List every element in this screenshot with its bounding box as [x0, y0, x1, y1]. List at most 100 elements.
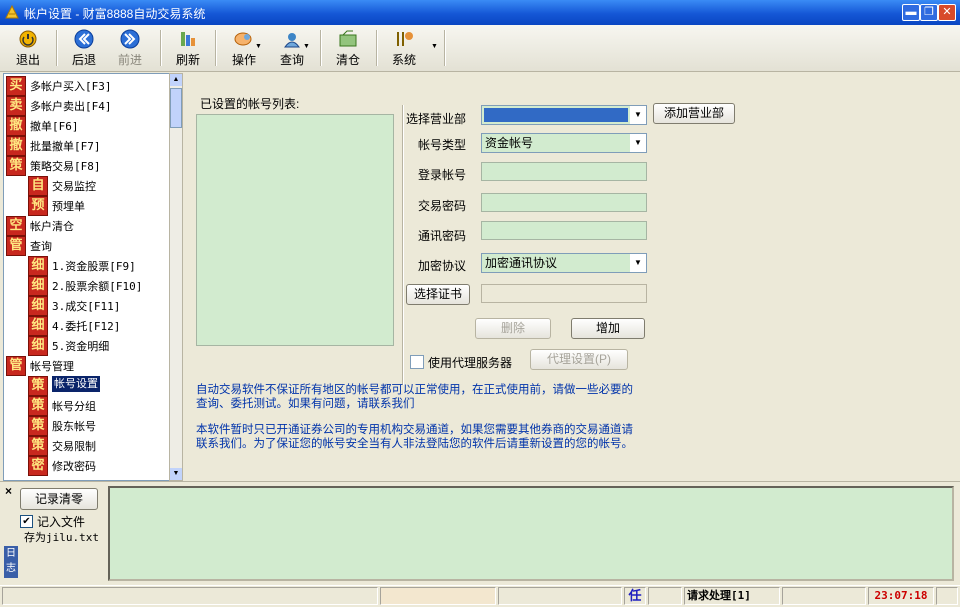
tree-item[interactable]: 细 2.股票余额[F10]: [4, 275, 164, 296]
tree-item[interactable]: 撤批量撤单[F7]: [4, 135, 164, 156]
tree-item[interactable]: 细 5.资金明细: [4, 335, 164, 356]
proxy-label: 使用代理服务器: [428, 356, 513, 370]
tree-item-icon: 空: [6, 216, 26, 236]
tree-item[interactable]: 管查询: [4, 235, 164, 256]
select-cert-button[interactable]: 选择证书: [406, 284, 470, 305]
account-list-label: 已设置的帐号列表:: [200, 97, 300, 111]
log-side-tab[interactable]: 日志: [4, 546, 18, 578]
forward-icon: [120, 29, 140, 49]
tree-item-icon: 细: [28, 296, 48, 316]
system-label: 系统: [391, 53, 416, 67]
refresh-label: 刷新: [175, 53, 200, 67]
tree-item[interactable]: 卖多帐户卖出[F4]: [4, 95, 164, 116]
delete-button[interactable]: 删除: [475, 318, 551, 339]
tree-item[interactable]: 自交易监控: [4, 175, 164, 196]
system-dropdown-icon[interactable]: ▼: [431, 43, 438, 50]
resize-grip[interactable]: [936, 587, 958, 605]
branch-select-highlight: [484, 108, 628, 122]
toolbar-separator: [320, 30, 322, 66]
toolbar-separator: [215, 30, 217, 66]
forward-button[interactable]: 前进: [108, 27, 152, 69]
tree-item-icon: 自: [28, 176, 48, 196]
add-branch-button[interactable]: 添加营业部: [653, 103, 735, 124]
login-account-label: 登录帐号: [418, 168, 467, 182]
status-cell: [498, 587, 622, 605]
title-bar[interactable]: 帐户设置 - 财富8888自动交易系统 ▬ ❐ ✕: [0, 0, 960, 25]
scroll-up-icon[interactable]: ▲: [170, 74, 182, 86]
app-icon: [5, 4, 19, 19]
task-indicator: 任: [624, 587, 646, 605]
account-list[interactable]: [196, 114, 394, 346]
restore-button[interactable]: ❐: [920, 4, 938, 21]
tree-item[interactable]: 策股东帐号: [4, 415, 164, 436]
encryption-label: 加密协议: [418, 259, 467, 273]
proxy-settings-button[interactable]: 代理设置(P): [530, 349, 628, 370]
back-button[interactable]: 后退: [62, 27, 106, 69]
status-cell: [782, 587, 866, 605]
clear-position-button[interactable]: 清仓: [326, 27, 370, 69]
tree-item-icon: 买: [6, 76, 26, 96]
close-icon[interactable]: ×: [5, 484, 12, 498]
tree-item-label: 批量撤单[F7]: [30, 140, 101, 153]
tree-item-icon: 策: [28, 376, 48, 396]
tree-item-label: 5.资金明细: [52, 340, 110, 353]
tree-item[interactable]: 细 3.成交[F11]: [4, 295, 164, 316]
branch-select[interactable]: ▼: [481, 105, 647, 125]
tree-item[interactable]: 管帐号管理: [4, 355, 164, 376]
comm-password-label: 通讯密码: [418, 229, 467, 243]
exit-button[interactable]: 退出: [6, 27, 50, 69]
account-settings-panel: 已设置的帐号列表: 选择营业部 ▼ 添加营业部 帐号类型 资金帐号 ▼ 登录帐号…: [186, 73, 958, 479]
tree-item-icon: 细: [28, 336, 48, 356]
system-button[interactable]: 系统: [382, 27, 426, 69]
log-output[interactable]: [108, 486, 954, 581]
tree-item[interactable]: 策交易限制: [4, 435, 164, 456]
tree-item[interactable]: 预预埋单: [4, 195, 164, 216]
scroll-down-icon[interactable]: ▼: [170, 468, 182, 480]
tree-item-label: 4.委托[F12]: [52, 320, 121, 333]
tree-item[interactable]: 细 1.资金股票[F9]: [4, 255, 164, 276]
tree-item[interactable]: 细 4.委托[F12]: [4, 315, 164, 336]
chevron-down-icon[interactable]: ▼: [630, 254, 646, 272]
operate-icon: [234, 32, 252, 46]
status-cell: [380, 587, 496, 605]
add-account-button[interactable]: 增加: [571, 318, 645, 339]
save-as-text: 存为jilu.txt: [24, 531, 99, 544]
tree-item[interactable]: 策策略交易[F8]: [4, 155, 164, 176]
operate-dropdown-icon[interactable]: ▼: [255, 43, 262, 50]
account-type-select[interactable]: 资金帐号 ▼: [481, 133, 647, 153]
tree-item-label: 查询: [30, 240, 52, 253]
status-cell: [648, 587, 682, 605]
tree-item-label: 帐号设置: [52, 376, 100, 392]
comm-password-field[interactable]: [481, 221, 647, 240]
tree-item[interactable]: 策帐号设置: [4, 375, 164, 396]
chevron-down-icon[interactable]: ▼: [630, 106, 646, 124]
tree-item-icon: 管: [6, 356, 26, 376]
chevron-down-icon[interactable]: ▼: [630, 134, 646, 152]
scroll-thumb[interactable]: [170, 88, 182, 128]
nav-tree: 买多帐户买入[F3] 卖多帐户卖出[F4] 撤撤单[F6] 撤批量撤单[F7] 策策略交…: [3, 73, 171, 481]
log-to-file-checkbox[interactable]: ✔: [20, 515, 33, 528]
minimize-button[interactable]: ▬: [902, 4, 920, 21]
tree-item-icon: 细: [28, 276, 48, 296]
tree-item[interactable]: 密修改密码: [4, 455, 164, 476]
notice-line: 查询、委托测试。如果有问题，请联系我们: [196, 398, 415, 410]
toolbar-separator: [160, 30, 162, 66]
login-account-field[interactable]: [481, 162, 647, 181]
tree-item-icon: 策: [28, 396, 48, 416]
tree-item-label: 交易限制: [52, 440, 96, 453]
encryption-select[interactable]: 加密通讯协议 ▼: [481, 253, 647, 273]
nav-tree-scrollbar[interactable]: ▲ ▼: [169, 73, 183, 481]
close-button[interactable]: ✕: [938, 4, 956, 21]
proxy-checkbox[interactable]: [410, 355, 424, 369]
tree-item-label: 帐号管理: [30, 360, 74, 373]
clear-log-button[interactable]: 记录清零: [20, 488, 98, 510]
tree-item[interactable]: 策帐号分组: [4, 395, 164, 416]
tree-item[interactable]: 买多帐户买入[F3]: [4, 75, 164, 96]
trade-password-field[interactable]: [481, 193, 647, 212]
cert-path-field[interactable]: [481, 284, 647, 303]
tree-item-label: 预埋单: [52, 200, 85, 213]
refresh-button[interactable]: 刷新: [166, 27, 210, 69]
tree-item[interactable]: 撤撤单[F6]: [4, 115, 164, 136]
query-dropdown-icon[interactable]: ▼: [303, 43, 310, 50]
tree-item[interactable]: 空帐户清仓: [4, 215, 164, 236]
